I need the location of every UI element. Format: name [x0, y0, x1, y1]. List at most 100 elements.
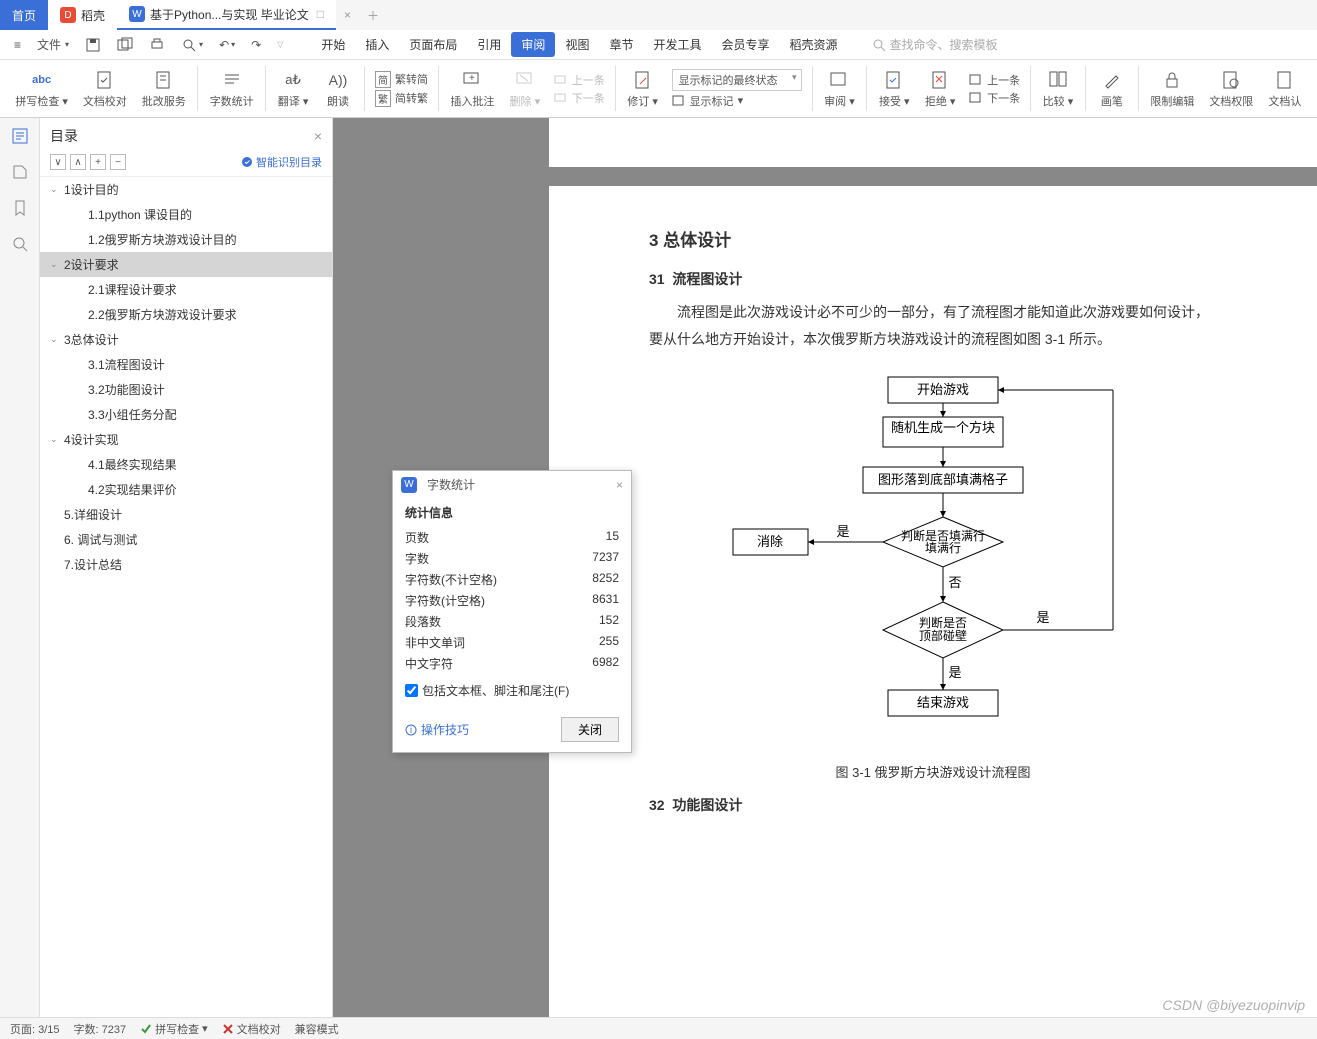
svg-text:结束游戏: 结束游戏: [917, 695, 969, 710]
menu-tab-5[interactable]: 视图: [555, 32, 599, 57]
status-proof[interactable]: 文档校对: [222, 1021, 281, 1037]
toc-item-3[interactable]: ⌄2设计要求: [40, 252, 332, 277]
fan-to-jian-button[interactable]: 简繁转简: [375, 71, 428, 88]
toc-item-13[interactable]: 5.详细设计: [40, 502, 332, 527]
operation-tips-link[interactable]: i 操作技巧: [405, 721, 469, 738]
toc-collapse-icon[interactable]: ∨: [50, 154, 66, 170]
vtab-search-icon[interactable]: [10, 234, 30, 254]
menu-tab-6[interactable]: 章节: [599, 32, 643, 57]
review-prev-button[interactable]: 上一条: [969, 72, 1020, 88]
word-count-dialog: W字数统计 × 统计信息 页数15字数7237字符数(不计空格)8252字符数(…: [392, 470, 632, 753]
menu-tab-7[interactable]: 开发工具: [643, 32, 711, 57]
vtab-tag-icon[interactable]: [10, 162, 30, 182]
toc-item-11[interactable]: 4.1最终实现结果: [40, 452, 332, 477]
revise-button[interactable]: 修订 ▾: [620, 60, 666, 117]
menu-tab-8[interactable]: 会员专享: [711, 32, 779, 57]
show-marks-button[interactable]: 显示标记 ▾: [672, 93, 802, 109]
translate-button[interactable]: a₺翻译 ▾: [270, 60, 316, 117]
toc-item-6[interactable]: ⌄3总体设计: [40, 327, 332, 352]
checkbox-input[interactable]: [405, 684, 418, 697]
vtab-bookmark-icon[interactable]: [10, 198, 30, 218]
svg-text:+: +: [469, 73, 475, 84]
toc-item-9[interactable]: 3.3小组任务分配: [40, 402, 332, 427]
toc-item-1[interactable]: 1.1python 课设目的: [40, 202, 332, 227]
reject-button[interactable]: 拒绝 ▾: [917, 60, 963, 117]
toc-sidebar: 目录 × ∨ ∧ + − 智能识别目录 ⌄1设计目的1.1python 课设目的…: [40, 118, 333, 1017]
print-icon[interactable]: [143, 34, 171, 56]
dialog-close-button[interactable]: 关闭: [561, 717, 619, 742]
hamburger-menu[interactable]: ≡: [8, 35, 27, 55]
review-button[interactable]: 审阅 ▾: [817, 60, 863, 117]
toc-item-12[interactable]: 4.2实现结果评价: [40, 477, 332, 502]
tab-daoke[interactable]: D 稻壳: [48, 0, 117, 30]
toc-minus-icon[interactable]: −: [110, 154, 126, 170]
redo-icon[interactable]: ↷: [245, 35, 267, 55]
doc-auth2-button[interactable]: 文档认: [1261, 60, 1309, 117]
save-icon[interactable]: [79, 34, 107, 56]
toc-item-label: 7.设计总结: [64, 556, 122, 573]
search-placeholder: 查找命令、搜索模板: [890, 36, 998, 53]
review-next-button[interactable]: 下一条: [969, 90, 1020, 106]
insert-comment-button[interactable]: +插入批注: [443, 60, 502, 117]
file-menu[interactable]: 文件▾: [31, 33, 75, 56]
menu-tab-1[interactable]: 插入: [355, 32, 399, 57]
tab-add-button[interactable]: ＋: [359, 7, 387, 24]
jian-to-fan-button[interactable]: 繁简转繁: [375, 90, 428, 107]
toc-item-label: 6. 调试与测试: [64, 531, 137, 548]
read-aloud-button[interactable]: A))朗读: [316, 60, 360, 117]
toc-item-0[interactable]: ⌄1设计目的: [40, 177, 332, 202]
save-as-icon[interactable]: [111, 34, 139, 56]
tab-document[interactable]: W 基于Python...与实现 毕业论文 □: [117, 0, 336, 30]
toc-item-5[interactable]: 2.2俄罗斯方块游戏设计要求: [40, 302, 332, 327]
dialog-close-icon[interactable]: ×: [616, 478, 623, 492]
spellcheck-button[interactable]: abc拼写检查 ▾: [8, 60, 75, 117]
accept-button[interactable]: 接受 ▾: [871, 60, 917, 117]
toc-item-15[interactable]: 7.设计总结: [40, 552, 332, 577]
sidebar-close-icon[interactable]: ×: [314, 128, 322, 144]
more-quick-icon[interactable]: ▽: [271, 37, 289, 52]
menu-tab-4[interactable]: 审阅: [511, 32, 555, 57]
menu-tab-9[interactable]: 稻壳资源: [780, 32, 848, 57]
delete-comment-button[interactable]: 删除 ▾: [502, 60, 548, 117]
status-bar: 页面: 3/15 字数: 7237 拼写检查 ▾ 文档校对 兼容模式: [0, 1017, 1317, 1039]
smart-toc-button[interactable]: 智能识别目录: [241, 154, 322, 170]
toc-item-8[interactable]: 3.2功能图设计: [40, 377, 332, 402]
menu-tab-2[interactable]: 页面布局: [399, 32, 467, 57]
status-page[interactable]: 页面: 3/15: [10, 1021, 60, 1037]
word-count-button[interactable]: 字数统计: [202, 60, 261, 117]
toc-item-14[interactable]: 6. 调试与测试: [40, 527, 332, 552]
tab-home[interactable]: 首页: [0, 0, 48, 30]
print-preview-icon[interactable]: ▾: [175, 34, 209, 56]
limit-edit-button[interactable]: 限制编辑: [1143, 60, 1202, 117]
command-search[interactable]: 查找命令、搜索模板: [872, 36, 998, 53]
toc-item-4[interactable]: 2.1课程设计要求: [40, 277, 332, 302]
heading-3-1: 31 流程图设计: [649, 269, 1217, 289]
brush-button[interactable]: 画笔: [1090, 60, 1134, 117]
toc-caret-icon: ⌄: [50, 184, 64, 195]
vtab-outline-icon[interactable]: [10, 126, 30, 146]
status-compat: 兼容模式: [295, 1021, 339, 1037]
compare-button[interactable]: 比较 ▾: [1035, 60, 1081, 117]
doc-proof-button[interactable]: 文档校对: [75, 60, 134, 117]
tab-close-button[interactable]: ×: [336, 8, 359, 22]
wps-doc-icon: W: [129, 6, 145, 22]
include-footnotes-checkbox[interactable]: 包括文本框、脚注和尾注(F): [405, 682, 619, 699]
toc-expand-icon[interactable]: ∧: [70, 154, 86, 170]
mark-state-select[interactable]: 显示标记的最终状态: [672, 69, 802, 91]
document-page: 3 总体设计 31 流程图设计 流程图是此次游戏设计必不可少的一部分，有了流程图…: [549, 186, 1317, 1017]
stat-key: 中文字符: [405, 655, 453, 672]
toc-plus-icon[interactable]: +: [90, 154, 106, 170]
doc-auth-button[interactable]: 文档权限: [1202, 60, 1261, 117]
stat-key: 字数: [405, 550, 429, 567]
toc-item-2[interactable]: 1.2俄罗斯方块游戏设计目的: [40, 227, 332, 252]
undo-icon[interactable]: ↶▾: [213, 35, 241, 55]
menu-tab-3[interactable]: 引用: [467, 32, 511, 57]
status-word-count[interactable]: 字数: 7237: [74, 1021, 127, 1037]
status-spellcheck[interactable]: 拼写检查 ▾: [140, 1021, 208, 1037]
menu-tab-0[interactable]: 开始: [311, 32, 355, 57]
revise-service-button[interactable]: 批改服务: [134, 60, 193, 117]
next-comment-button: 下一条: [554, 90, 605, 106]
toc-item-7[interactable]: 3.1流程图设计: [40, 352, 332, 377]
toc-item-10[interactable]: ⌄4设计实现: [40, 427, 332, 452]
stat-key: 字符数(计空格): [405, 592, 485, 609]
